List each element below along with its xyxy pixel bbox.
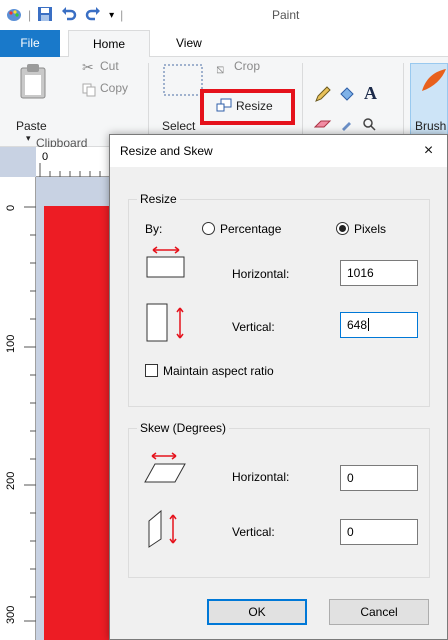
resize-vertical-value: 648 — [347, 318, 368, 332]
select-icon[interactable] — [162, 63, 204, 100]
maintain-aspect-label[interactable]: Maintain aspect ratio — [163, 364, 274, 378]
drawing-canvas[interactable] — [44, 206, 114, 640]
paste-icon[interactable] — [18, 63, 48, 102]
copy-icon[interactable] — [82, 83, 96, 100]
resize-skew-dialog: Resize and Skew × Resize By: Percentage … — [109, 134, 448, 640]
skew-vertical-input[interactable]: 0 — [340, 519, 418, 545]
horizontal-resize-icon — [144, 244, 188, 281]
percentage-radio[interactable] — [202, 222, 215, 235]
maintain-aspect-checkbox[interactable] — [145, 364, 158, 377]
paint-app-icon[interactable] — [6, 6, 22, 25]
horizontal-skew-icon — [143, 451, 189, 488]
crop-button[interactable]: Crop — [234, 59, 260, 73]
select-button[interactable]: Select — [162, 119, 195, 133]
vertical-label: Vertical: — [232, 320, 275, 334]
vertical-resize-icon — [146, 300, 190, 347]
copy-button[interactable]: Copy — [100, 81, 128, 95]
ribbon-separator — [403, 63, 404, 143]
cut-icon[interactable]: ✂ — [82, 59, 94, 76]
resize-vertical-input[interactable]: 648 — [340, 312, 418, 338]
title-bar: | ▾ | Paint — [0, 0, 448, 30]
crop-icon[interactable]: ⧅ — [216, 61, 224, 77]
ok-button[interactable]: OK — [207, 599, 307, 625]
tab-home[interactable]: Home — [68, 30, 150, 58]
left-ruler: 0 100 200 300 — [0, 177, 36, 640]
redo-icon[interactable] — [85, 6, 101, 25]
dialog-title: Resize and Skew — [120, 144, 213, 158]
percentage-label[interactable]: Percentage — [220, 222, 281, 236]
by-label: By: — [145, 222, 163, 236]
skew-group: Skew (Degrees) Horizontal: 0 Vertical: 0 — [128, 421, 430, 578]
tab-view[interactable]: View — [176, 30, 202, 57]
save-icon[interactable] — [37, 6, 53, 25]
dialog-title-bar: Resize and Skew × — [110, 135, 447, 167]
skew-horizontal-label: Horizontal: — [232, 470, 290, 484]
color-picker-icon[interactable] — [340, 117, 354, 134]
paste-dropdown-icon[interactable]: ▾ — [26, 133, 31, 144]
eraser-icon[interactable] — [313, 119, 332, 134]
brushes-label: Brush — [415, 119, 447, 133]
undo-icon[interactable] — [61, 6, 77, 25]
skew-vertical-label: Vertical: — [232, 525, 275, 539]
ribbon-separator — [148, 63, 149, 143]
tab-file[interactable]: File — [0, 30, 60, 57]
brush-icon — [418, 67, 448, 98]
resize-horizontal-input[interactable]: 1016 — [340, 260, 418, 286]
text-tool-icon[interactable]: A — [364, 83, 377, 104]
vertical-skew-icon — [147, 509, 187, 552]
ribbon-tab-bar: File Home View — [0, 30, 448, 58]
horizontal-label: Horizontal: — [232, 267, 290, 281]
resize-group-label: Resize — [137, 192, 180, 206]
quick-access-toolbar: | ▾ | — [0, 0, 123, 30]
magnifier-icon[interactable] — [362, 117, 376, 134]
pixels-label[interactable]: Pixels — [354, 222, 386, 236]
pixels-radio[interactable] — [336, 222, 349, 235]
fill-icon[interactable] — [338, 85, 356, 106]
ribbon-separator — [302, 63, 303, 143]
text-caret — [368, 318, 370, 331]
paste-label[interactable]: Paste — [16, 119, 47, 133]
resize-highlight-annotation — [200, 89, 295, 125]
close-button[interactable]: × — [410, 135, 447, 167]
resize-group: Resize By: Percentage Pixels Horizontal:… — [128, 192, 430, 407]
skew-horizontal-input[interactable]: 0 — [340, 465, 418, 491]
skew-group-label: Skew (Degrees) — [137, 421, 230, 435]
customize-qat-icon[interactable]: ▾ — [109, 10, 114, 21]
app-title: Paint — [272, 8, 300, 22]
cut-button[interactable]: Cut — [100, 59, 119, 73]
pencil-icon[interactable] — [314, 85, 332, 106]
cancel-button[interactable]: Cancel — [329, 599, 429, 625]
